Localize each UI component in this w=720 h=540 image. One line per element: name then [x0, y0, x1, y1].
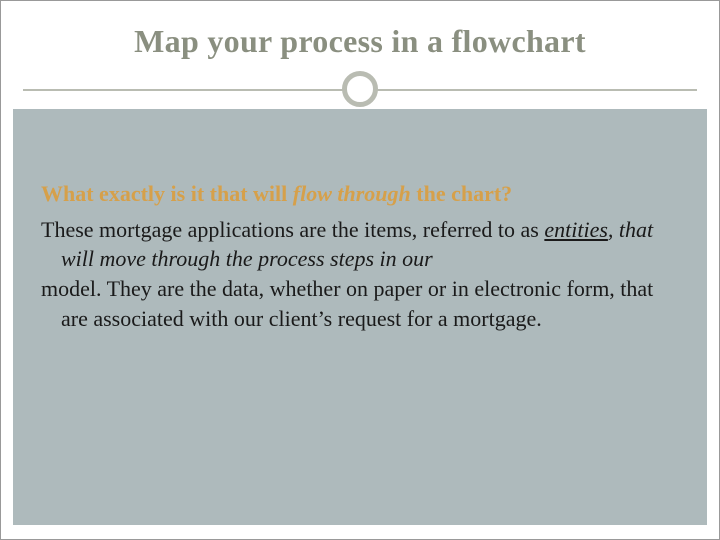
slide: Map your process in a flowchart What exa…: [0, 0, 720, 540]
body-p1-a: These mortgage applications are the item…: [41, 217, 544, 242]
question-lead: What exactly is it that will: [41, 181, 293, 206]
content-area: What exactly is it that will flow throug…: [41, 179, 679, 333]
circle-icon: [342, 71, 378, 107]
entities-word: entities: [544, 217, 608, 242]
question-italic: flow through: [293, 181, 411, 206]
body-para-1: These mortgage applications are the item…: [41, 215, 679, 274]
slide-title: Map your process in a flowchart: [1, 23, 719, 60]
question-tail: the chart?: [411, 181, 512, 206]
body-para-2: model. They are the data, whether on pap…: [41, 274, 679, 333]
question-line: What exactly is it that will flow throug…: [41, 179, 679, 209]
